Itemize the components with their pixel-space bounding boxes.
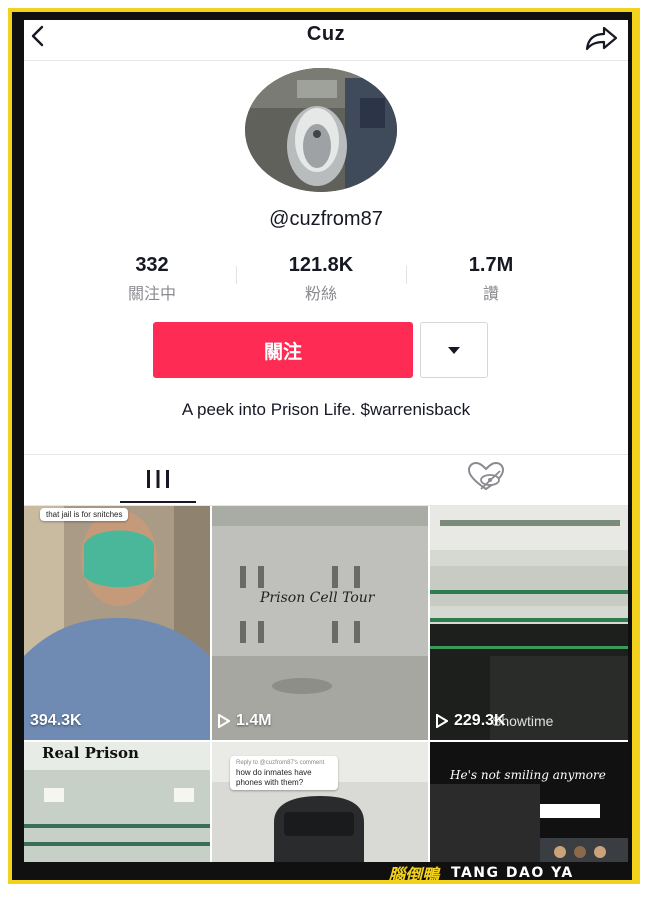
view-count: 1.4M — [218, 712, 272, 730]
tab-liked-hidden[interactable] — [464, 460, 508, 494]
watermark-logo: 腦倒鴨 TANG DAO YA — [388, 862, 630, 886]
likes-count: 1.7M — [468, 254, 514, 276]
play-icon — [218, 714, 230, 728]
video-thumbnail-1[interactable]: that jail is for snitches 394.3K — [24, 506, 210, 740]
thumbnail-image — [430, 742, 628, 862]
play-icon — [436, 714, 448, 728]
followers-stat[interactable]: 121.8K 粉絲 — [251, 254, 391, 304]
avatar[interactable] — [245, 68, 397, 192]
video-thumbnail-5[interactable]: Reply to @cuzfrom87's comment how do inm… — [212, 742, 428, 862]
page-title: Cuz — [306, 23, 346, 45]
username-handle: @cuzfrom87 — [269, 208, 383, 230]
thumbnail-image — [430, 506, 628, 740]
header-divider — [24, 60, 628, 61]
video-caption: that jail is for snitches — [40, 508, 129, 521]
followers-count: 121.8K — [288, 254, 354, 276]
profile-bio: A peek into Prison Life. $warrenisback — [181, 400, 471, 419]
likes-label: 讚 — [482, 286, 499, 303]
stat-separator — [406, 266, 407, 284]
followers-label: 粉絲 — [304, 286, 337, 303]
video-caption: how do inmates have phones with them? — [236, 768, 312, 787]
likes-stat[interactable]: 1.7M 讚 — [421, 254, 561, 304]
video-thumbnail-2[interactable]: Prison Cell Tour 1.4M — [212, 506, 428, 740]
grid-icon — [147, 470, 169, 488]
video-thumbnail-3[interactable]: Showtime 229.3K — [430, 506, 628, 740]
follow-button[interactable]: 關注 — [153, 322, 413, 378]
thumbnail-image — [24, 506, 210, 740]
tabs-top-divider — [24, 454, 628, 455]
video-caption: Real Prison — [42, 744, 139, 762]
following-count: 332 — [135, 254, 169, 276]
avatar-toilet-image — [245, 68, 397, 192]
liked-hidden-icon — [467, 461, 505, 491]
suggested-accounts-button[interactable] — [420, 322, 488, 378]
view-count: 394.3K — [30, 712, 82, 729]
share-arrow-icon[interactable] — [584, 24, 620, 52]
video-thumbnail-4[interactable]: Real Prison — [24, 742, 210, 862]
reply-label: Reply to @cuzfrom87's comment — [236, 760, 325, 766]
video-caption: Prison Cell Tour — [260, 590, 375, 606]
video-caption: He's not smiling anymore — [450, 768, 606, 782]
caret-down-icon — [448, 347, 460, 354]
watermark-english: TANG DAO YA — [451, 865, 574, 881]
active-tab-indicator — [120, 501, 196, 503]
stat-separator — [236, 266, 237, 284]
profile-screen: Cuz @cuzfrom87 332 關注中 121.8K 粉絲 1.7M 讚 — [24, 20, 628, 862]
top-bar: Cuz — [24, 20, 628, 60]
comment-reply-bubble: Reply to @cuzfrom87's comment how do inm… — [230, 756, 338, 790]
watermark-chinese: 腦倒鴨 — [388, 865, 439, 886]
following-stat[interactable]: 332 關注中 — [82, 254, 222, 304]
view-count: 229.3K — [436, 712, 506, 730]
video-thumbnail-6[interactable]: He's not smiling anymore — [430, 742, 628, 862]
thumbnail-image — [212, 506, 428, 740]
tab-videos[interactable] — [120, 455, 196, 503]
following-label: 關注中 — [127, 286, 176, 303]
